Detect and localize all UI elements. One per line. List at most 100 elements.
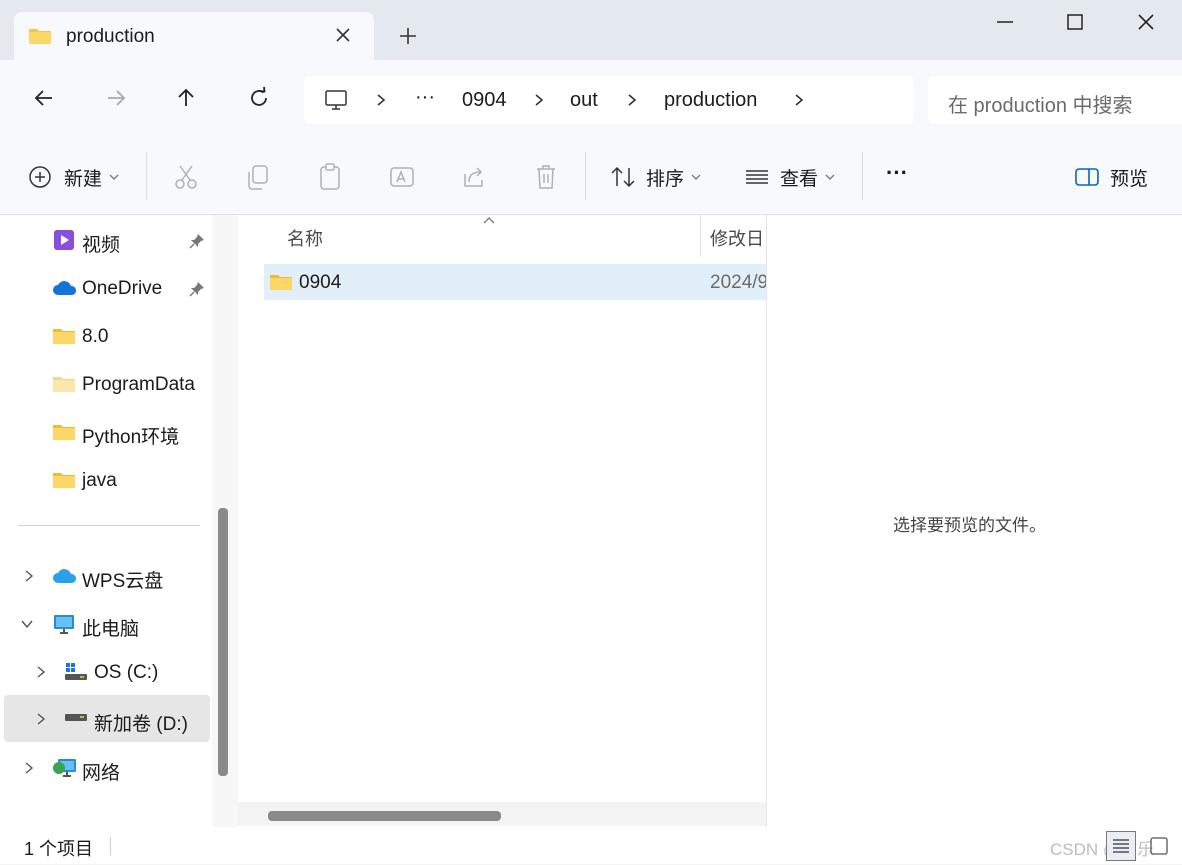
- status-bar: 1 个项目 CSDN @三乐: [0, 827, 1182, 864]
- chevron-down-icon: [691, 174, 701, 180]
- breadcrumb-out[interactable]: out: [570, 89, 598, 112]
- chevron-down-icon[interactable]: [20, 617, 34, 631]
- toolbar-divider: [146, 152, 147, 200]
- close-window-icon[interactable]: [1134, 10, 1158, 34]
- tab-title: production: [66, 26, 155, 47]
- preview-message: 选择要预览的文件。: [893, 516, 1046, 535]
- more-options-button[interactable]: ···: [886, 158, 908, 188]
- preview-label: 预览: [1110, 168, 1149, 190]
- view-button[interactable]: 查看: [744, 162, 836, 192]
- new-tab-icon[interactable]: [396, 24, 420, 48]
- horizontal-scrollbar[interactable]: [238, 802, 766, 826]
- sidebar-item-os-c[interactable]: OS (C:): [4, 650, 210, 694]
- sidebar-item-label: OneDrive: [82, 278, 163, 299]
- status-divider: [110, 837, 111, 855]
- sidebar-item-this-pc[interactable]: 此电脑: [4, 602, 210, 646]
- sidebar-item-videos[interactable]: 视频: [4, 218, 210, 262]
- minimize-icon[interactable]: [993, 10, 1017, 34]
- chevron-right-icon[interactable]: [34, 712, 48, 726]
- chevron-right-icon[interactable]: [625, 93, 639, 107]
- column-header-name[interactable]: 名称: [287, 225, 323, 251]
- preview-button[interactable]: 预览: [1074, 162, 1148, 192]
- search-input[interactable]: 在 production 中搜索: [928, 76, 1182, 124]
- item-count: 1 个项目: [24, 839, 94, 859]
- sidebar-item-python-env[interactable]: Python环境: [4, 410, 210, 454]
- folder-icon: [53, 377, 75, 392]
- sidebar-item-label: 8.0: [82, 326, 109, 347]
- sidebar-item-network[interactable]: 网络: [4, 746, 210, 790]
- scrollbar-thumb[interactable]: [268, 811, 501, 821]
- file-list: 名称 修改日 0904 2024/9: [238, 215, 766, 827]
- sidebar-item-java[interactable]: java: [4, 458, 210, 502]
- drive-icon: [65, 663, 87, 680]
- sidebar-divider: [18, 525, 200, 526]
- chevron-right-icon[interactable]: [532, 93, 546, 107]
- navigation-pane: 视频 OneDrive 8.0 ProgramData Python环境 jav…: [0, 215, 212, 827]
- chevron-down-icon: [109, 174, 119, 180]
- address-bar[interactable]: ··· 0904 out production: [304, 76, 914, 124]
- computer-icon[interactable]: [324, 88, 348, 112]
- sidebar-item-label: Python环境: [82, 427, 180, 448]
- copy-icon[interactable]: [244, 162, 272, 192]
- sort-button[interactable]: 排序: [610, 162, 702, 192]
- chevron-right-icon[interactable]: [374, 93, 388, 107]
- folder-icon: [29, 29, 51, 44]
- column-divider[interactable]: [700, 215, 701, 257]
- file-explorer-window: production ··· 0904 out production 在 pro…: [0, 0, 1182, 864]
- breadcrumb-ellipsis[interactable]: ···: [415, 86, 435, 109]
- breadcrumb-0904[interactable]: 0904: [462, 89, 507, 112]
- table-row[interactable]: 0904 2024/9: [264, 264, 766, 300]
- scrollbar-thumb[interactable]: [218, 508, 228, 776]
- tiles-view-button[interactable]: [1144, 831, 1174, 861]
- video-folder-icon: [54, 230, 74, 250]
- add-circle-icon: [29, 166, 51, 188]
- forward-icon[interactable]: [102, 84, 130, 112]
- list-view-icon: [746, 170, 768, 184]
- chevron-right-icon[interactable]: [22, 569, 36, 583]
- preview-pane: 选择要预览的文件。: [766, 215, 1182, 827]
- sidebar-item-wps-cloud[interactable]: WPS云盘: [4, 554, 210, 598]
- sidebar-item-drive-d[interactable]: 新加卷 (D:): [4, 695, 210, 742]
- new-button[interactable]: 新建: [28, 162, 120, 192]
- sidebar-scrollbar[interactable]: [212, 215, 238, 827]
- sidebar-item-label: 新加卷 (D:): [94, 714, 188, 735]
- details-view-icon: [1113, 839, 1129, 853]
- chevron-right-icon[interactable]: [22, 761, 36, 775]
- cloud-icon: [53, 281, 77, 295]
- close-tab-icon[interactable]: [332, 24, 354, 46]
- file-modified: 2024/9: [710, 272, 766, 293]
- column-header-modified[interactable]: 修改日: [710, 225, 766, 251]
- maximize-icon[interactable]: [1063, 10, 1087, 34]
- back-icon[interactable]: [30, 84, 58, 112]
- file-name: 0904: [299, 272, 342, 293]
- chevron-down-icon: [825, 174, 835, 180]
- cut-icon[interactable]: [172, 162, 200, 192]
- network-icon: [53, 759, 76, 777]
- folder-icon: [53, 425, 75, 440]
- drive-icon: [65, 714, 87, 721]
- refresh-icon[interactable]: [245, 84, 273, 112]
- pin-icon[interactable]: [188, 280, 206, 298]
- tab-production[interactable]: production: [14, 12, 374, 60]
- sidebar-item-label: java: [82, 470, 117, 491]
- delete-icon[interactable]: [532, 162, 560, 192]
- search-placeholder: 在 production 中搜索: [948, 95, 1133, 117]
- rename-icon[interactable]: [388, 162, 416, 192]
- sidebar-item-programdata[interactable]: ProgramData: [4, 362, 210, 406]
- sidebar-item-8-0[interactable]: 8.0: [4, 314, 210, 358]
- sidebar-item-label: 网络: [82, 763, 121, 784]
- pin-icon[interactable]: [188, 232, 206, 250]
- chevron-right-icon[interactable]: [34, 665, 48, 679]
- sidebar-item-onedrive[interactable]: OneDrive: [4, 266, 210, 310]
- navigation-bar: ··· 0904 out production 在 production 中搜索: [0, 60, 1182, 140]
- breadcrumb-production[interactable]: production: [664, 89, 757, 112]
- up-icon[interactable]: [172, 84, 200, 112]
- share-icon[interactable]: [460, 162, 488, 192]
- sidebar-item-label: WPS云盘: [82, 571, 164, 592]
- chevron-right-icon[interactable]: [792, 93, 806, 107]
- paste-icon[interactable]: [316, 162, 344, 192]
- details-view-button[interactable]: [1106, 831, 1136, 861]
- cloud-icon: [53, 569, 77, 583]
- sidebar-item-label: ProgramData: [82, 374, 195, 395]
- new-label: 新建: [64, 168, 103, 190]
